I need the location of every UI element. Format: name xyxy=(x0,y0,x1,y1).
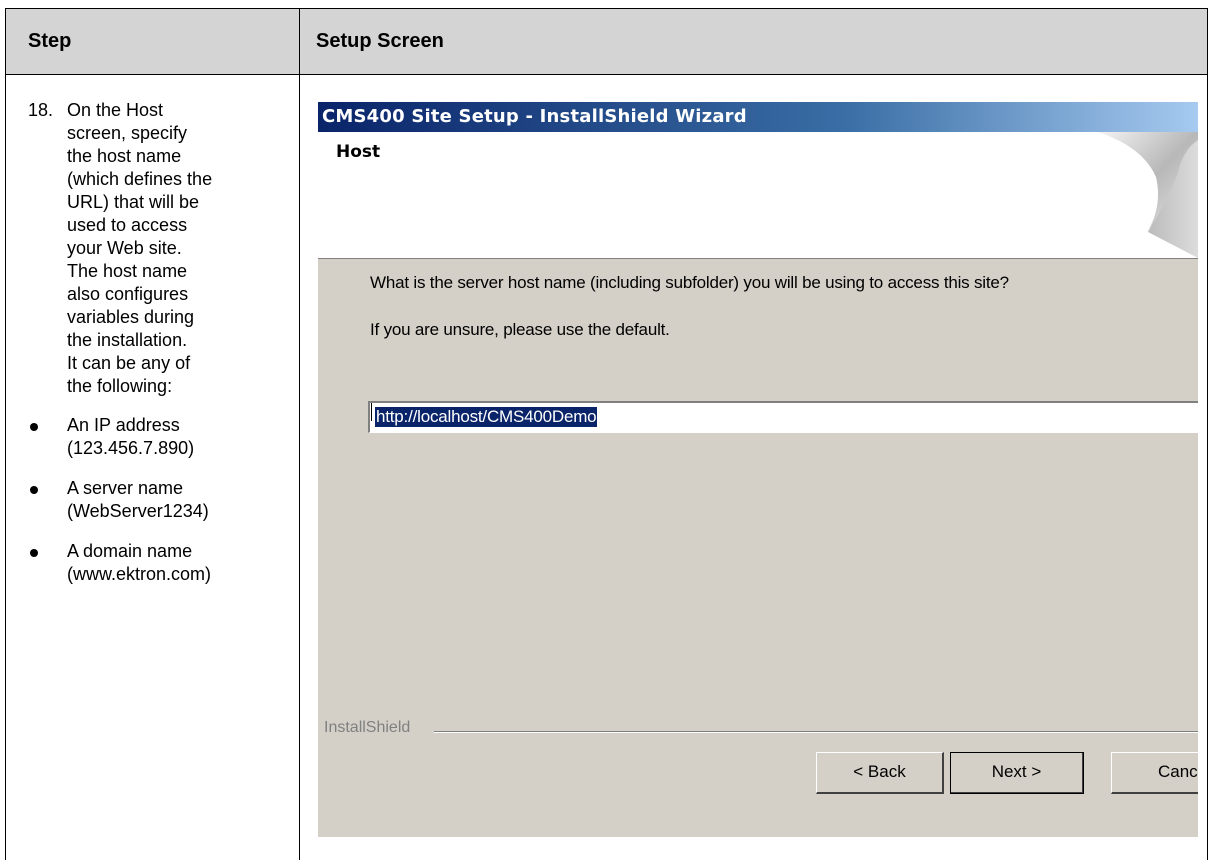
step-line: the installation. xyxy=(67,330,188,350)
step-line: URL) that will be xyxy=(67,192,200,212)
installshield-wizard-window: CMS400 Site Setup - InstallShield Wizard… xyxy=(317,102,1198,837)
header-step: Step xyxy=(28,30,72,52)
step-line: On the Host xyxy=(67,100,164,120)
step-line: the following: xyxy=(67,376,173,396)
step-line: the host name xyxy=(67,146,182,166)
bullet-line: (www.ektron.com) xyxy=(67,564,212,584)
bullet-line: A domain name xyxy=(67,541,193,561)
step-line: screen, specify xyxy=(67,123,188,143)
wizard-title: CMS400 Site Setup - InstallShield Wizard xyxy=(322,106,747,127)
host-hint: If you are unsure, please use the defaul… xyxy=(370,320,670,339)
bullet-dot xyxy=(30,549,38,557)
column-divider xyxy=(299,9,300,860)
step-line: used to access xyxy=(67,215,188,235)
step-line: It can be any of xyxy=(67,353,191,373)
wizard-header-panel: Host xyxy=(318,132,1198,259)
step-line: (which defines the xyxy=(67,169,213,189)
host-name-input[interactable]: http://localhost/CMS400Demo xyxy=(368,401,1198,433)
next-button[interactable]: Next > xyxy=(950,752,1084,794)
step-description: On the Host screen, specify the host nam… xyxy=(67,99,293,398)
step-line: variables during xyxy=(67,307,195,327)
host-prompt: What is the server host name (including … xyxy=(370,273,1009,292)
header-setup-screen: Setup Screen xyxy=(316,30,444,52)
step-number: 18. xyxy=(28,100,54,120)
step-line: The host name xyxy=(67,261,188,281)
step-line: your Web site. xyxy=(67,238,182,258)
page-curl-icon xyxy=(1098,132,1198,258)
step-line: also configures xyxy=(67,284,189,304)
bullet-line: A server name xyxy=(67,478,184,498)
text-caret xyxy=(371,403,372,421)
bullet-dot xyxy=(30,486,38,494)
footer-divider xyxy=(434,731,1198,733)
bullet-line: (123.456.7.890) xyxy=(67,438,195,458)
bullet-line: (WebServer1234) xyxy=(67,501,209,521)
wizard-title-bar[interactable]: CMS400 Site Setup - InstallShield Wizard xyxy=(318,102,1198,132)
bullet-line: An IP address xyxy=(67,415,180,435)
back-button[interactable]: < Back xyxy=(816,752,944,794)
table-header-row: Step Setup Screen xyxy=(6,9,1207,75)
bullet-dot xyxy=(30,423,38,431)
host-name-value: http://localhost/CMS400Demo xyxy=(375,407,598,427)
installshield-brand-label: InstallShield xyxy=(324,719,411,736)
cancel-button[interactable]: Canc xyxy=(1111,752,1198,794)
page-title: Host xyxy=(336,142,381,162)
